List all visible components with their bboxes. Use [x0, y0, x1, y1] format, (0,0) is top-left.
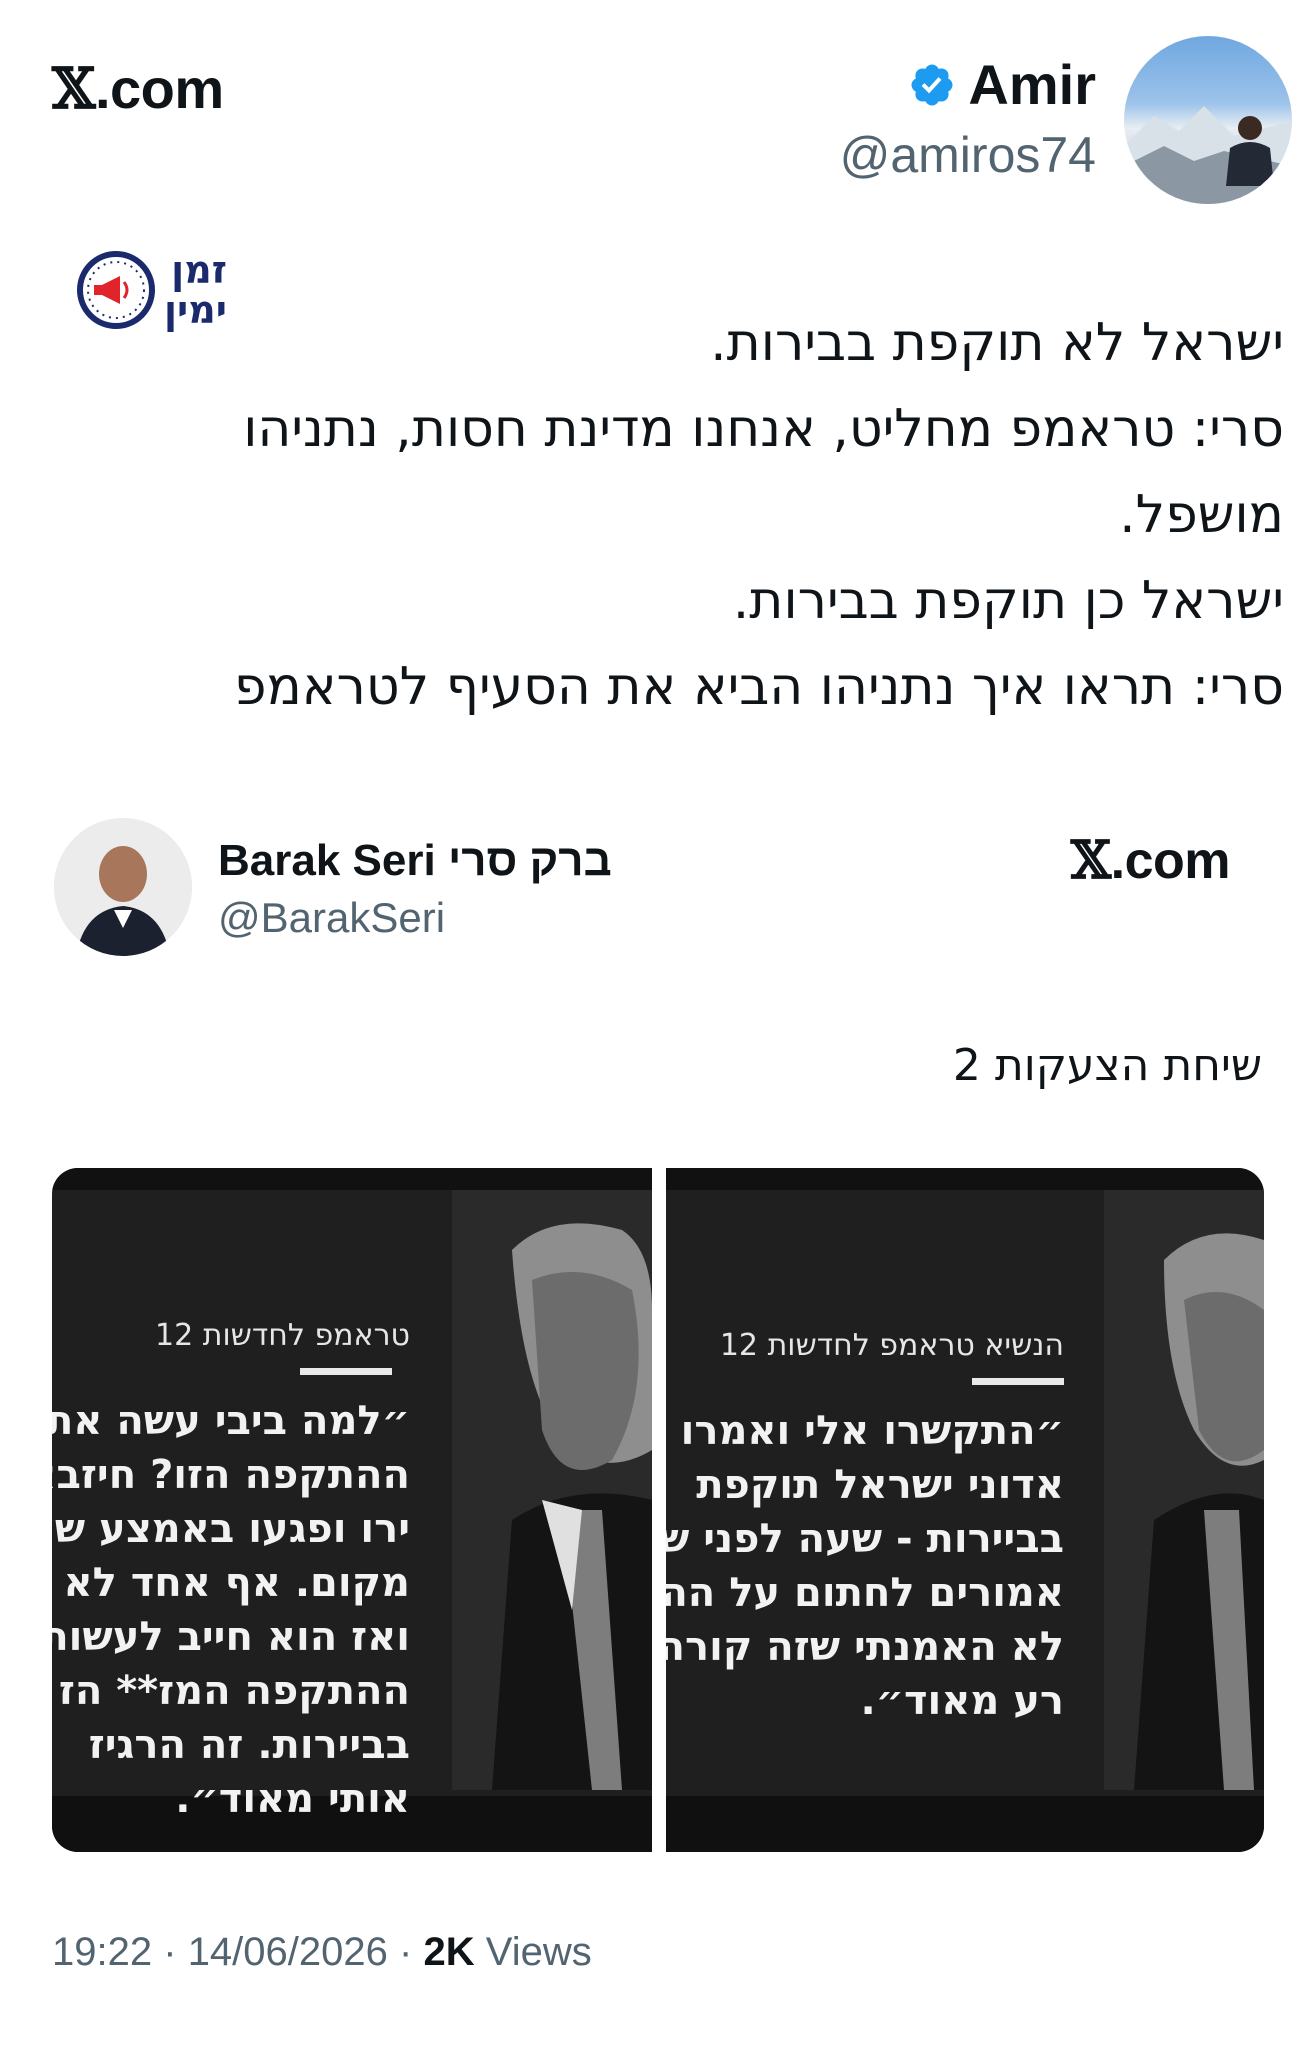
- tweet-line: מושפל.: [1119, 485, 1284, 545]
- quote-line: אדוני ישראל תוקפת: [696, 1462, 1064, 1508]
- stamp-line-1: זמן: [171, 248, 227, 292]
- views-count: 2K: [423, 1930, 475, 1974]
- quote-line: ההתקפה המז** הז: [58, 1668, 410, 1714]
- quoted-tweet-text: שיחת הצעקות 2: [952, 1040, 1262, 1091]
- tweet-meta: 19:22 · 14/06/2026 · 2K Views: [52, 1930, 592, 1975]
- image-top-bar: [666, 1168, 1264, 1190]
- portrait-photo: [1104, 1190, 1264, 1790]
- x-com-logo[interactable]: 𝕏.com: [52, 56, 224, 122]
- quote-line: ״התקשרו אלי ואמרו לי: [666, 1408, 1064, 1454]
- logo-suffix: .com: [1110, 832, 1231, 890]
- tweet-line: סרי: טראמפ מחליט, אנחנו מדינת חסות, נתני…: [243, 399, 1284, 459]
- image-quote: ״למה ביבי עשה את ההתקפה הזו? חיזבא ירו ו…: [52, 1394, 410, 1826]
- author-handle[interactable]: @amiros74: [840, 126, 1096, 184]
- tweet-text: ישראל לא תוקפת בבירות. סרי: טראמפ מחליט,…: [144, 300, 1284, 730]
- image-bottom-bar: [666, 1796, 1264, 1852]
- quote-line: רע מאוד״.: [860, 1678, 1064, 1724]
- verified-badge-icon: [911, 64, 953, 105]
- portrait-photo: [452, 1190, 652, 1790]
- x-logo-icon: 𝕏: [1070, 830, 1111, 891]
- quote-line: אותי מאוד״.: [175, 1776, 410, 1822]
- quote-line: בביירות - שעה לפני ש: [666, 1516, 1064, 1562]
- quote-line: לא האמנתי שזה קורה: [666, 1624, 1064, 1670]
- avatar-photo: [1124, 106, 1292, 204]
- x-logo-icon: 𝕏: [52, 56, 95, 122]
- author-name[interactable]: Amir: [968, 52, 1096, 117]
- quote-line: ״למה ביבי עשה את: [52, 1398, 410, 1444]
- image-heading: הנשיא טראמפ לחדשות 12: [719, 1328, 1064, 1363]
- media-grid: טראמפ לחדשות 12 ״למה ביבי עשה את ההתקפה …: [52, 1168, 1264, 1852]
- author-name-row: Amir: [908, 52, 1096, 117]
- logo-suffix: .com: [94, 57, 224, 120]
- image-top-bar: [52, 1168, 652, 1190]
- avatar-photo: [54, 818, 192, 956]
- quote-line: אמורים לחתום על הה: [666, 1570, 1064, 1616]
- quote-line: מקום. אף אחד לא נ: [52, 1560, 410, 1606]
- author-avatar[interactable]: [1124, 36, 1292, 204]
- tweet-line: סרי: תראו איך נתניהו הביא את הסעיף לטראמ…: [233, 657, 1284, 717]
- image-heading: טראמפ לחדשות 12: [155, 1318, 410, 1353]
- tweet-line: ישראל כן תוקפת בבירות.: [732, 571, 1284, 631]
- quote-line: בביירות. זה הרגיז: [88, 1722, 410, 1768]
- media-image-right[interactable]: הנשיא טראמפ לחדשות 12 ״התקשרו אלי ואמרו …: [666, 1168, 1264, 1852]
- heading-underline: [300, 1368, 392, 1375]
- quoted-author-avatar[interactable]: [54, 818, 192, 956]
- media-image-left[interactable]: טראמפ לחדשות 12 ״למה ביבי עשה את ההתקפה …: [52, 1168, 652, 1852]
- tweet-date[interactable]: 14/06/2026: [188, 1930, 388, 1974]
- quote-line: ואז הוא חייב לעשות: [52, 1614, 410, 1660]
- quote-line: ירו ופגעו באמצע שו: [52, 1506, 410, 1552]
- image-quote: ״התקשרו אלי ואמרו לי אדוני ישראל תוקפת ב…: [666, 1404, 1064, 1728]
- tweet-time[interactable]: 19:22: [52, 1930, 152, 1974]
- separator: ·: [163, 1930, 177, 1974]
- tweet-line: ישראל לא תוקפת בבירות.: [710, 313, 1284, 373]
- quoted-author-handle[interactable]: @BarakSeri: [218, 894, 445, 942]
- separator: ·: [399, 1930, 413, 1974]
- quoted-author-name[interactable]: Barak Seri ברק סרי: [218, 836, 612, 886]
- x-com-logo[interactable]: 𝕏.com: [1070, 830, 1231, 891]
- quote-line: ההתקפה הזו? חיזבא: [52, 1452, 410, 1498]
- heading-underline: [972, 1378, 1064, 1385]
- views-label: Views: [485, 1930, 592, 1974]
